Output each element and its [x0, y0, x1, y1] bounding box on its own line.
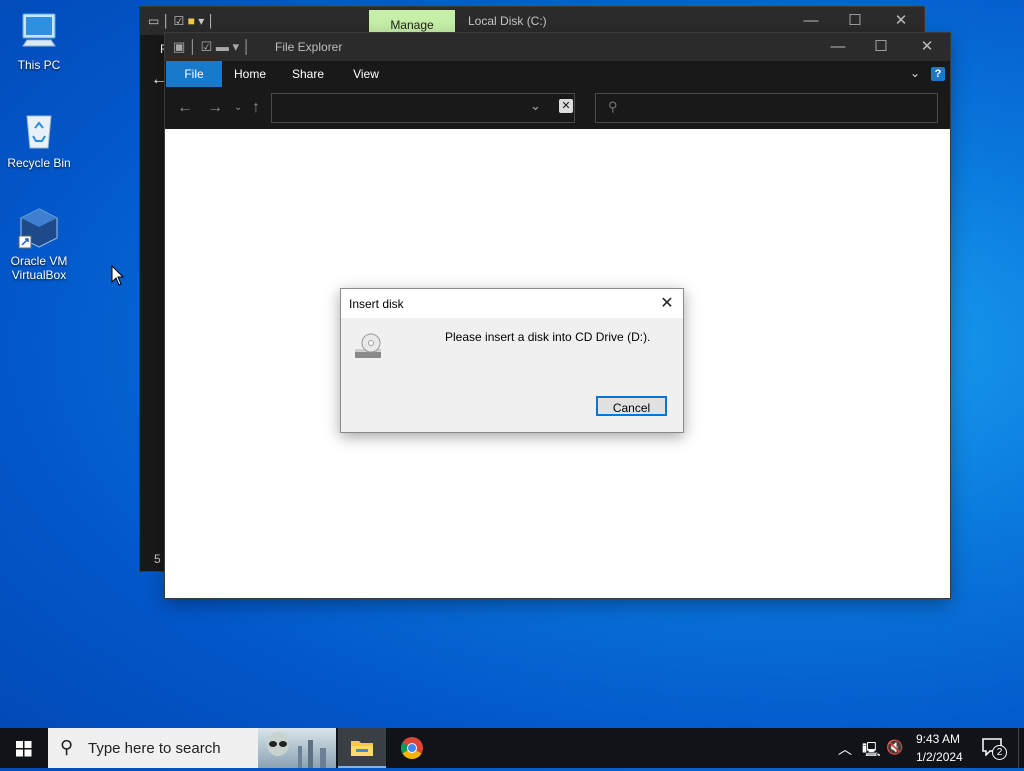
forward-arrow-icon[interactable]: → — [207, 99, 223, 117]
search-icon: ⚲ — [608, 99, 618, 114]
taskbar-file-explorer[interactable] — [338, 728, 386, 768]
desktop-icon-label: Oracle VM VirtualBox — [10, 254, 68, 282]
taskbar: ⚲ Type here to search ︿ 🖳 🔇 9:43 AM 1/2/… — [0, 728, 1024, 768]
tab-home[interactable]: Home — [229, 61, 271, 87]
virtualbox-icon — [17, 206, 61, 250]
back-window-title: Local Disk (C:) — [468, 14, 547, 28]
up-arrow-icon[interactable]: ↑ — [252, 99, 260, 117]
dialog-title: Insert disk — [349, 297, 404, 311]
maximize-button[interactable]: ☐ — [858, 33, 904, 61]
address-dropdown-icon[interactable]: ⌄ — [530, 98, 541, 114]
chrome-icon — [401, 737, 423, 759]
tab-manage[interactable]: Manage — [369, 10, 455, 35]
explorer-titlebar[interactable]: ▣ │ ☑ ▬ ▾ │ File Explorer — ☐ ✕ — [165, 33, 950, 61]
close-button[interactable]: ✕ — [878, 7, 924, 35]
close-button[interactable]: ✕ — [904, 33, 950, 61]
address-bar[interactable]: ⌄ ✕ — [271, 93, 575, 123]
notification-center-button[interactable]: 2 — [982, 738, 1007, 760]
tab-view[interactable]: View — [345, 61, 387, 87]
clock-time[interactable]: 9:43 AM — [916, 732, 960, 746]
network-icon[interactable]: 🖳 — [862, 739, 881, 763]
desktop-icon-recycle-bin[interactable]: Recycle Bin — [0, 108, 78, 170]
clock-date[interactable]: 1/2/2024 — [916, 750, 963, 764]
close-button[interactable]: ✕ — [651, 289, 683, 318]
expand-ribbon-icon[interactable]: ⌄ — [910, 66, 920, 80]
dialog-titlebar[interactable]: Insert disk ✕ — [341, 289, 683, 318]
search-icon: ⚲ — [60, 737, 74, 757]
desktop-icon-label: Recycle Bin — [7, 156, 71, 170]
maximize-button[interactable]: ☐ — [832, 7, 878, 35]
quick-access-toolbar[interactable]: ▭ │ ☑ ■ ▾ │ — [148, 14, 215, 28]
ribbon-tabs: File Home Share View ⌄ ? — [165, 61, 950, 87]
desktop-icon-this-pc[interactable]: This PC — [0, 10, 78, 72]
minimize-button[interactable]: — — [788, 7, 834, 35]
tab-file[interactable]: File — [166, 61, 222, 87]
insert-disk-dialog[interactable]: Insert disk ✕ Please insert a disk into … — [340, 288, 684, 433]
tab-share[interactable]: Share — [287, 61, 329, 87]
refresh-icon[interactable]: ✕ — [559, 99, 573, 113]
computer-icon — [17, 10, 61, 54]
search-highlight-image — [258, 728, 336, 768]
notification-count-badge: 2 — [992, 745, 1007, 760]
recent-locations-chevron-icon[interactable]: ⌄ — [234, 102, 242, 113]
desktop-icon-label: This PC — [17, 58, 61, 72]
mouse-cursor-icon — [111, 264, 125, 290]
taskbar-chrome[interactable] — [388, 728, 436, 768]
back-arrow-icon[interactable]: ← — [177, 99, 193, 117]
show-desktop-button[interactable] — [1018, 728, 1024, 768]
navigation-bar: ← → ⌄ ↑ ⌄ ✕ ⚲ — [165, 87, 950, 129]
cancel-button[interactable]: Cancel — [596, 396, 667, 416]
folder-icon — [351, 741, 373, 756]
show-hidden-icons-chevron-icon[interactable]: ︿ — [838, 739, 852, 759]
dialog-message: Please insert a disk into CD Drive (D:). — [445, 330, 651, 344]
cd-drive-icon — [353, 331, 385, 366]
desktop-icon-virtualbox[interactable]: Oracle VM VirtualBox — [0, 206, 78, 282]
search-input[interactable]: ⚲ — [595, 93, 938, 123]
window-title: File Explorer — [275, 40, 343, 54]
search-placeholder: Type here to search — [88, 740, 221, 757]
quick-access-toolbar[interactable]: ▣ │ ☑ ▬ ▾ │ — [173, 39, 251, 55]
start-button[interactable] — [0, 728, 48, 768]
help-icon[interactable]: ? — [931, 67, 945, 81]
back-window-titlebar[interactable]: ▭ │ ☑ ■ ▾ │ Manage Local Disk (C:) — ☐ ✕ — [140, 7, 924, 35]
minimize-button[interactable]: — — [815, 33, 861, 61]
recycle-bin-icon — [17, 108, 61, 152]
windows-logo-icon — [16, 741, 32, 757]
taskbar-search-box[interactable]: ⚲ Type here to search — [48, 728, 336, 768]
volume-muted-icon[interactable]: 🔇 — [886, 739, 903, 756]
